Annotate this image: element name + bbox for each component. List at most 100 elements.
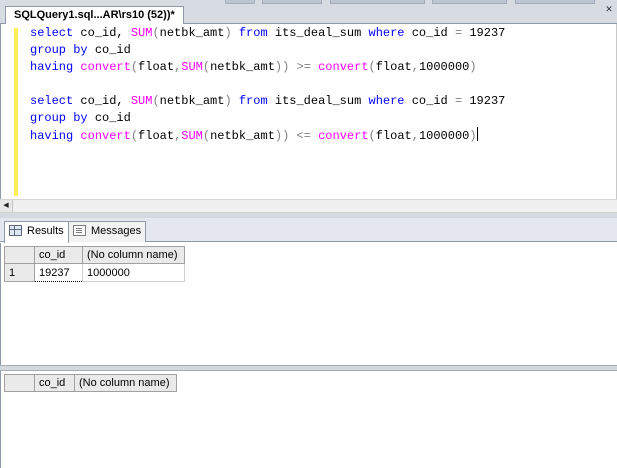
sql-keyword: where [368, 94, 405, 108]
sql-text: netbk_amt [159, 94, 225, 108]
sql-operator: ) [469, 60, 477, 74]
sql-operator: )) [274, 60, 290, 74]
sql-function: convert [80, 60, 131, 74]
tab-messages-label: Messages [91, 225, 142, 237]
code-line[interactable]: having convert(float,SUM(netbk_amt)) <= … [30, 127, 505, 144]
tab-strip-decoration [515, 0, 595, 4]
tab-strip-decoration [225, 0, 255, 4]
sql-operator: , [411, 129, 419, 143]
column-header[interactable]: co_id [34, 246, 83, 264]
grid-cell[interactable]: 19237 [34, 263, 83, 282]
sql-function: SUM [130, 26, 153, 40]
result-grid-1[interactable]: co_id (No column name) 1 19237 1000000 [4, 246, 185, 282]
tab-strip-decoration [432, 0, 507, 4]
sql-operator: ( [368, 60, 376, 74]
change-tracking-bar [14, 28, 18, 196]
sql-text: float [138, 60, 175, 74]
query-document-tab[interactable]: SQLQuery1.sql...AR\rs10 (52))* [5, 6, 184, 25]
sql-operator: ( [152, 26, 160, 40]
column-header[interactable]: co_id [34, 374, 75, 392]
row-header-corner[interactable] [4, 246, 35, 264]
messages-icon [73, 225, 86, 236]
sql-text: its_deal_sum [267, 94, 369, 108]
sql-text: co_id, [73, 26, 131, 40]
sql-function: SUM [181, 129, 203, 143]
code-line[interactable]: select co_id, SUM(netbk_amt) from its_de… [30, 93, 505, 110]
sql-text: 19237 [462, 26, 506, 40]
editor-horizontal-scrollbar[interactable]: ◀ [0, 199, 617, 213]
sql-operator: ( [130, 60, 139, 74]
tab-strip-decoration [262, 0, 322, 4]
sql-operator: ( [130, 129, 139, 143]
sql-text: co_id [87, 111, 131, 125]
sql-text: float [138, 129, 175, 143]
result-grid-pane-1[interactable]: co_id (No column name) 1 19237 1000000 [0, 243, 617, 365]
sql-operator: ) [469, 129, 477, 143]
sql-text: its_deal_sum [267, 26, 369, 40]
sql-text: float [375, 129, 412, 143]
results-tab-bar: Results Messages [0, 218, 617, 243]
sql-text: co_id [404, 94, 455, 108]
code-line[interactable] [30, 76, 505, 93]
sql-operator: ( [202, 60, 211, 74]
sql-operator: ) [224, 94, 232, 108]
sql-keyword: select [30, 94, 74, 108]
query-editor[interactable]: select co_id, SUM(netbk_amt) from its_de… [0, 24, 617, 199]
code-line[interactable]: group by co_id [30, 42, 505, 59]
sql-keyword: having [30, 60, 74, 74]
document-tab-strip: SQLQuery1.sql...AR\rs10 (52))* ✕ [0, 0, 617, 25]
results-grid-icon [9, 225, 22, 236]
code-line[interactable]: select co_id, SUM(netbk_amt) from its_de… [30, 25, 505, 42]
sql-operator: )) [274, 129, 290, 143]
result-grid-2[interactable]: co_id (No column name) [4, 374, 177, 392]
sql-text: 1000000 [418, 129, 470, 143]
sql-text: 19237 [462, 94, 506, 108]
sql-operator: <= [296, 129, 311, 143]
sql-keyword: select [30, 26, 74, 40]
sql-keyword: from [238, 26, 268, 40]
tab-results[interactable]: Results [4, 221, 69, 243]
sql-keyword: from [238, 94, 268, 108]
sql-text: netbk_amt [159, 26, 225, 40]
sql-operator: ) [224, 26, 232, 40]
sql-keyword: by [73, 111, 88, 125]
sql-function: SUM [130, 94, 153, 108]
sql-operator: , [411, 60, 419, 74]
tab-results-label: Results [27, 225, 64, 237]
code-line[interactable]: group by co_id [30, 110, 505, 127]
row-number[interactable]: 1 [4, 263, 35, 282]
sql-text: float [375, 60, 412, 74]
table-row[interactable]: 1 19237 1000000 [4, 263, 185, 282]
sql-text: netbk_amt [210, 60, 275, 74]
sql-function: SUM [181, 60, 203, 74]
sql-function: convert [318, 129, 369, 143]
sql-keyword: group [30, 43, 67, 57]
sql-keyword: having [30, 129, 74, 143]
column-header[interactable]: (No column name) [82, 246, 185, 264]
sql-text: 1000000 [418, 60, 470, 74]
sql-operator: >= [296, 60, 311, 74]
sql-function: convert [318, 60, 369, 74]
code-line[interactable]: having convert(float,SUM(netbk_amt)) >= … [30, 59, 505, 76]
result-grid-pane-2[interactable]: co_id (No column name) [0, 371, 617, 468]
tab-messages[interactable]: Messages [68, 221, 147, 242]
sql-text: co_id [87, 43, 131, 57]
sql-keyword: group [30, 111, 67, 125]
sql-text: netbk_amt [210, 129, 275, 143]
row-header-corner[interactable] [4, 374, 35, 392]
text-caret [476, 127, 478, 141]
sql-operator: ( [202, 129, 211, 143]
sql-keyword: by [73, 43, 88, 57]
grid-cell[interactable]: 1000000 [82, 263, 185, 282]
scroll-left-icon[interactable]: ◀ [0, 200, 13, 212]
sql-operator: ( [152, 94, 160, 108]
column-header[interactable]: (No column name) [74, 374, 177, 392]
close-icon[interactable]: ✕ [603, 3, 615, 15]
sql-text: co_id, [73, 94, 131, 108]
query-code[interactable]: select co_id, SUM(netbk_amt) from its_de… [30, 25, 505, 144]
tab-strip-decoration [330, 0, 425, 4]
